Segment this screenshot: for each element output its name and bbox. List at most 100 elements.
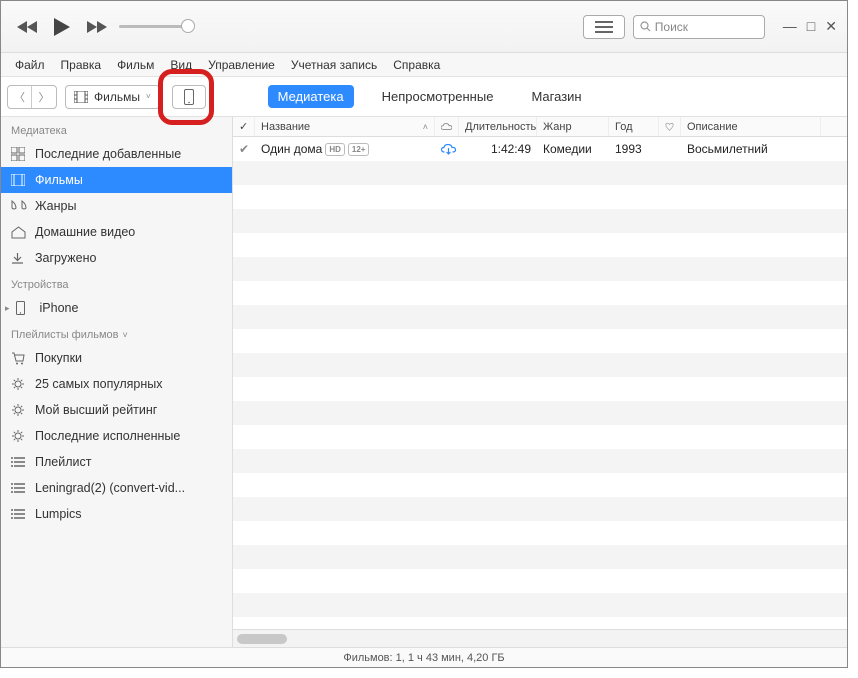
cell-duration: 1:42:49 bbox=[459, 142, 537, 156]
sidebar-item-25 самых популярных[interactable]: 25 самых популярных bbox=[1, 371, 232, 397]
maximize-button[interactable]: □ bbox=[807, 18, 815, 35]
cell-desc: Восьмилетний bbox=[681, 142, 821, 156]
gear-icon bbox=[11, 403, 27, 417]
menu-Управление[interactable]: Управление bbox=[200, 58, 283, 72]
column-check[interactable]: ✓ bbox=[233, 117, 255, 136]
list-icon bbox=[11, 508, 27, 520]
sidebar-item-label: Фильмы bbox=[35, 173, 83, 187]
phone-icon bbox=[16, 301, 32, 315]
sidebar-item-Жанры[interactable]: Жанры bbox=[1, 193, 232, 219]
sidebar-item-label: Плейлист bbox=[35, 455, 91, 469]
sidebar-section-Устройства: Устройства bbox=[1, 271, 232, 295]
window-controls: — □ ✕ bbox=[783, 18, 837, 35]
titlebar: Поиск — □ ✕ bbox=[1, 1, 847, 53]
column-duration[interactable]: Длительность bbox=[459, 117, 537, 136]
column-cloud[interactable] bbox=[435, 117, 459, 136]
gear-icon bbox=[11, 377, 27, 391]
column-heart[interactable] bbox=[659, 117, 681, 136]
menu-Правка[interactable]: Правка bbox=[53, 58, 110, 72]
cell-cloud bbox=[435, 143, 459, 155]
cell-name: Один домаHD12+ bbox=[255, 142, 435, 156]
itunes-window: Поиск — □ ✕ ФайлПравкаФильмВидУправление… bbox=[0, 0, 848, 668]
badge-HD: HD bbox=[325, 143, 345, 156]
search-icon bbox=[640, 21, 651, 32]
sidebar-item-Последние добавленные[interactable]: Последние добавленные bbox=[1, 141, 232, 167]
sidebar-item-Фильмы[interactable]: Фильмы bbox=[1, 167, 232, 193]
cell-genre: Комедии bbox=[537, 142, 609, 156]
sidebar-item-Lumpics[interactable]: Lumpics bbox=[1, 501, 232, 527]
sidebar-item-Домашние видео[interactable]: Домашние видео bbox=[1, 219, 232, 245]
film-icon bbox=[74, 91, 88, 103]
sidebar-section-Медиатека: Медиатека bbox=[1, 117, 232, 141]
sidebar-item-Мой высший рейтинг[interactable]: Мой высший рейтинг bbox=[1, 397, 232, 423]
search-input[interactable]: Поиск bbox=[633, 15, 765, 39]
prev-track-button[interactable] bbox=[17, 20, 39, 34]
cell-check: ✔ bbox=[233, 142, 255, 156]
sidebar: Медиатека Последние добавленные Фильмы Жанр… bbox=[1, 117, 233, 647]
caret-right-icon: ▸ bbox=[5, 303, 10, 314]
menu-Справка[interactable]: Справка bbox=[385, 58, 448, 72]
cell-year: 1993 bbox=[609, 142, 659, 156]
sidebar-item-label: Жанры bbox=[35, 199, 76, 213]
sidebar-item-label: Leningrad(2) (convert-vid... bbox=[35, 481, 185, 495]
column-year[interactable]: Год bbox=[609, 117, 659, 136]
menu-Учетная запись[interactable]: Учетная запись bbox=[283, 58, 385, 72]
play-button[interactable] bbox=[53, 17, 71, 37]
dropdown-label: Фильмы bbox=[94, 90, 140, 104]
media-type-dropdown[interactable]: Фильмы ˅ bbox=[65, 85, 160, 109]
menubar: ФайлПравкаФильмВидУправлениеУчетная запи… bbox=[1, 53, 847, 77]
chevron-down-icon: ˅ bbox=[123, 330, 128, 340]
nav-back-button[interactable]: 〈 bbox=[8, 86, 32, 108]
search-placeholder: Поиск bbox=[655, 20, 688, 34]
sidebar-item-label: 25 самых популярных bbox=[35, 377, 163, 391]
gear-icon bbox=[11, 429, 27, 443]
masks-icon bbox=[11, 200, 27, 213]
tab-Непросмотренные[interactable]: Непросмотренные bbox=[372, 85, 504, 108]
device-button[interactable] bbox=[172, 85, 206, 109]
download-icon bbox=[11, 252, 27, 265]
view-list-button[interactable] bbox=[583, 15, 625, 39]
volume-slider[interactable] bbox=[119, 25, 191, 28]
minimize-button[interactable]: — bbox=[783, 18, 797, 35]
tab-Магазин[interactable]: Магазин bbox=[521, 85, 591, 108]
playback-controls bbox=[17, 17, 107, 37]
table-body: ✔Один домаHD12+ 1:42:49Комедии1993 Восьмил… bbox=[233, 137, 847, 629]
sidebar-item-Последние исполненные[interactable]: Последние исполненные bbox=[1, 423, 232, 449]
film-icon bbox=[11, 174, 27, 186]
sidebar-item-label: Домашние видео bbox=[35, 225, 135, 239]
nav-back-forward: 〈 〉 bbox=[7, 85, 57, 109]
menu-Файл[interactable]: Файл bbox=[7, 58, 53, 72]
column-name[interactable]: Название ˄ bbox=[255, 117, 435, 136]
cart-icon bbox=[11, 352, 27, 365]
phone-icon bbox=[184, 89, 194, 105]
menu-Фильм[interactable]: Фильм bbox=[109, 58, 162, 72]
badge-12+: 12+ bbox=[348, 143, 370, 156]
horizontal-scrollbar[interactable] bbox=[233, 629, 847, 647]
close-button[interactable]: ✕ bbox=[825, 18, 837, 35]
sidebar-item-Плейлист[interactable]: Плейлист bbox=[1, 449, 232, 475]
menu-Вид[interactable]: Вид bbox=[162, 58, 200, 72]
nav-forward-button[interactable]: 〉 bbox=[32, 86, 56, 108]
chevron-down-icon: ˅ bbox=[146, 92, 151, 101]
body: Медиатека Последние добавленные Фильмы Жанр… bbox=[1, 117, 847, 647]
content-table: ✓Название ˄ ДлительностьЖанрГод Описание ✔… bbox=[233, 117, 847, 647]
sidebar-item-Загружено[interactable]: Загружено bbox=[1, 245, 232, 271]
sidebar-item-label: Последние исполненные bbox=[35, 429, 180, 443]
column-desc[interactable]: Описание bbox=[681, 117, 821, 136]
sidebar-item-iPhone[interactable]: ▸ iPhone bbox=[1, 295, 232, 321]
sidebar-item-Покупки[interactable]: Покупки bbox=[1, 345, 232, 371]
sort-asc-icon: ˄ bbox=[423, 122, 428, 132]
sidebar-item-label: Мой высший рейтинг bbox=[35, 403, 157, 417]
toolbar: 〈 〉 Фильмы ˅ Медиатека Непросмотренные Маг… bbox=[1, 77, 847, 117]
sidebar-item-label: Последние добавленные bbox=[35, 147, 181, 161]
sidebar-item-Leningrad(2) (convert-vid...[interactable]: Leningrad(2) (convert-vid... bbox=[1, 475, 232, 501]
list-icon bbox=[11, 482, 27, 494]
next-track-button[interactable] bbox=[85, 20, 107, 34]
column-genre[interactable]: Жанр bbox=[537, 117, 609, 136]
sidebar-item-label: iPhone bbox=[40, 301, 79, 315]
sidebar-item-label: Покупки bbox=[35, 351, 82, 365]
tab-Медиатека[interactable]: Медиатека bbox=[268, 85, 354, 108]
view-tabs: Медиатека Непросмотренные Магазин bbox=[268, 85, 592, 108]
row-stripes bbox=[233, 137, 847, 629]
table-row[interactable]: ✔Один домаHD12+ 1:42:49Комедии1993 Восьмил… bbox=[233, 137, 847, 161]
